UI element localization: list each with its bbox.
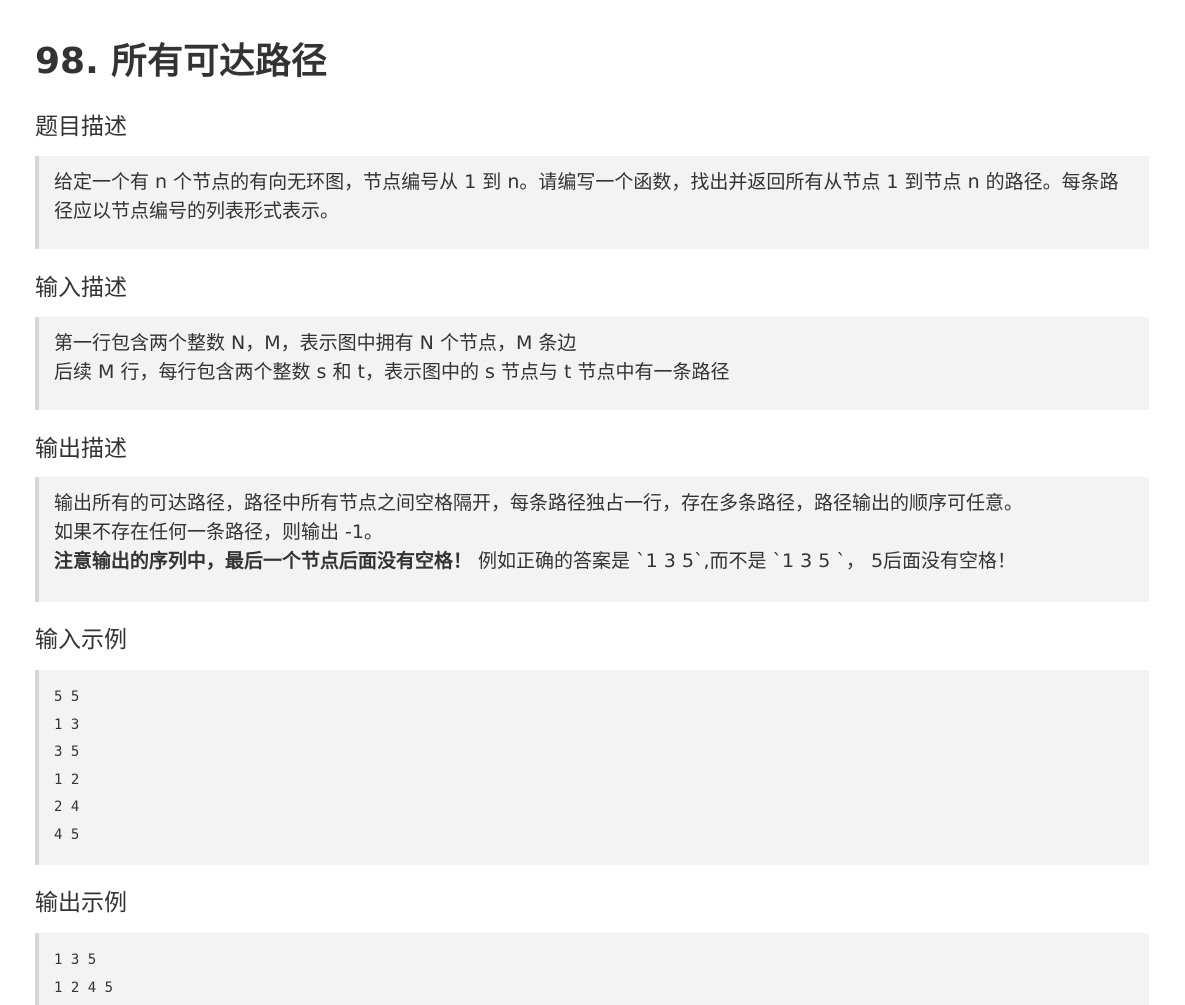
page-title: 98. 所有可达路径 <box>35 41 328 82</box>
output-heading: 输出描述 <box>35 436 127 462</box>
input-example-code: 5 5 1 3 3 5 1 2 2 4 4 5 <box>35 670 1149 865</box>
output-note-bold: 注意输出的序列中，最后一个节点后面没有空格！ <box>54 550 473 572</box>
description-text: 给定一个有 n 个节点的有向无环图，节点编号从 1 到 n。请编写一个函数，找出… <box>54 171 1119 222</box>
output-example-heading: 输出示例 <box>35 890 127 916</box>
code-line: 5 5 <box>54 689 80 705</box>
output-description-block: 输出所有的可达路径，路径中所有节点之间空格隔开，每条路径独占一行，存在多条路径，… <box>35 477 1149 602</box>
code-line: 1 2 <box>54 771 80 788</box>
input-example-heading: 输入示例 <box>35 627 127 653</box>
code-line: 2 4 <box>54 799 80 815</box>
code-line: 1 3 <box>54 716 80 733</box>
output-example-code: 1 3 5 1 2 4 5 <box>35 933 1149 1005</box>
problem-page: 98. 所有可达路径 题目描述 给定一个有 n 个节点的有向无环图，节点编号从 … <box>0 0 1185 1005</box>
code-line: 3 5 <box>54 744 80 760</box>
output-description-line-1: 输出所有的可达路径，路径中所有节点之间空格隔开，每条路径独占一行，存在多条路径，… <box>54 492 1024 514</box>
description-heading: 题目描述 <box>35 114 127 140</box>
code-line: 4 5 <box>54 826 80 843</box>
input-description-line-2: 后续 M 行，每行包含两个整数 s 和 t，表示图中的 s 节点与 t 节点中有… <box>54 361 730 383</box>
input-description-block: 第一行包含两个整数 N，M，表示图中拥有 N 个节点，M 条边 后续 M 行，每… <box>35 317 1149 410</box>
output-note-rest: 例如正确的答案是 `1 3 5`,而不是 `1 3 5 `， 5后面没有空格！ <box>472 550 1017 572</box>
input-description-line-1: 第一行包含两个整数 N，M，表示图中拥有 N 个节点，M 条边 <box>54 332 577 354</box>
output-description-line-2: 如果不存在任何一条路径，则输出 -1。 <box>54 521 383 543</box>
description-block: 给定一个有 n 个节点的有向无环图，节点编号从 1 到 n。请编写一个函数，找出… <box>35 156 1149 249</box>
input-heading: 输入描述 <box>35 275 127 301</box>
code-line: 1 2 4 5 <box>54 979 114 996</box>
output-description-note: 注意输出的序列中，最后一个节点后面没有空格！ 例如正确的答案是 `1 3 5`,… <box>54 547 1141 576</box>
code-line: 1 3 5 <box>54 952 97 968</box>
